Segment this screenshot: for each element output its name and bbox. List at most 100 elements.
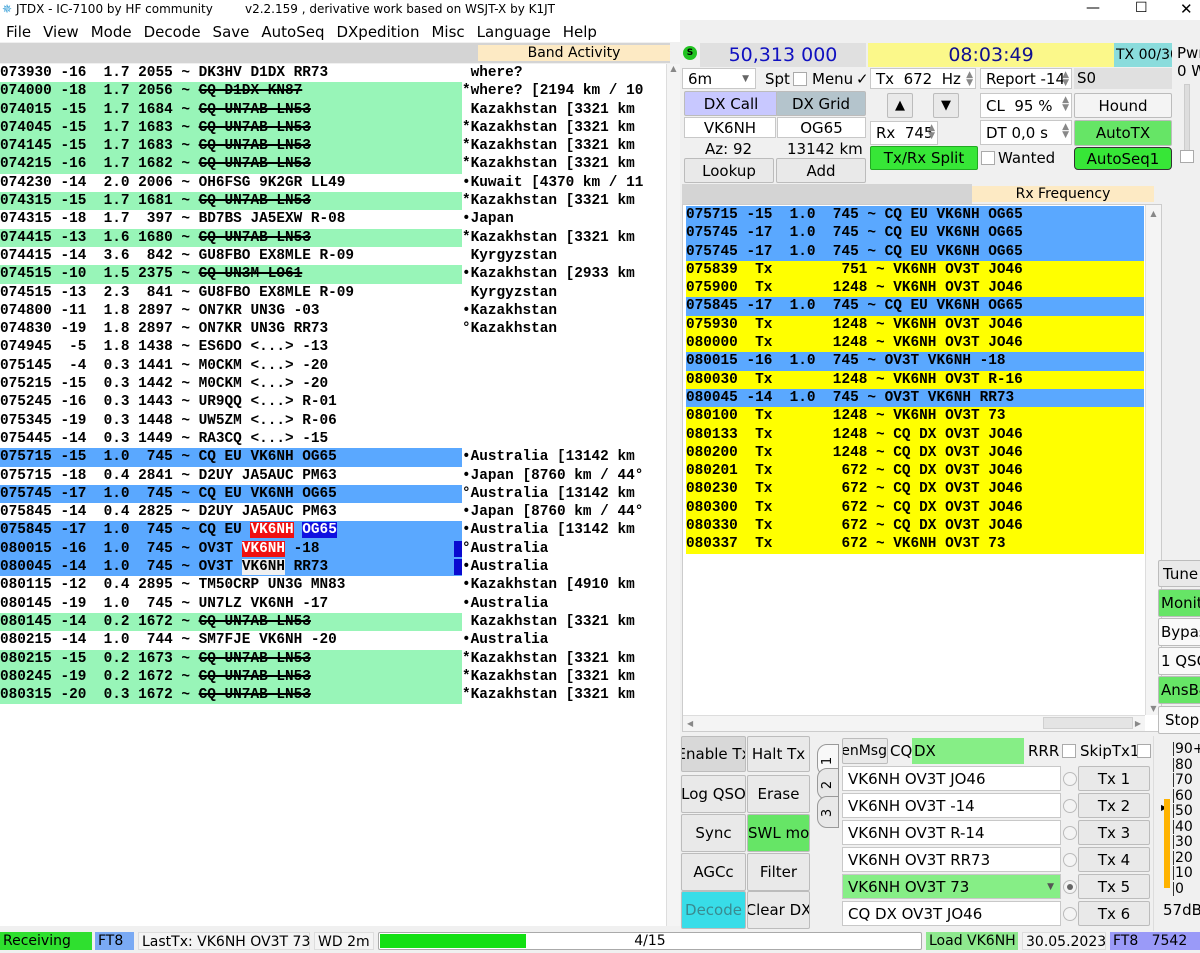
rx-frequency-row[interactable]: 080230 Tx 672 ~ CQ DX OV3T JO46	[686, 480, 1144, 499]
menu-save[interactable]: Save	[207, 20, 256, 42]
menu-checkbox[interactable]: ✓	[856, 70, 869, 88]
band-activity-row[interactable]: 074315 -15 1.7 1681 ~ CQ UN7AB LN53 *Kaza…	[0, 192, 666, 211]
pwr-slider-handle[interactable]	[1180, 150, 1194, 163]
band-activity-list[interactable]: 073930 -16 1.7 2055 ~ DK3HV D1DX RR73 wh…	[0, 64, 666, 926]
rx-frequency-row[interactable]: 080015 -16 1.0 745 ~ OV3T VK6NH -18	[686, 352, 1144, 371]
bypass-button[interactable]: Bypass	[1158, 618, 1200, 646]
stop-button[interactable]: Stop	[1158, 706, 1200, 734]
tx5-button[interactable]: Tx 5	[1078, 874, 1150, 899]
band-activity-row[interactable]: 075745 -17 1.0 745 ~ CQ EU VK6NH OG65 °Au…	[0, 484, 666, 504]
tx2-button[interactable]: Tx 2	[1078, 793, 1150, 818]
minimize-icon[interactable]: —	[1086, 0, 1100, 16]
band-activity-row[interactable]: 080045 -14 1.0 745 ~ OV3T VK6NH RR73 •Aus…	[0, 558, 666, 577]
tune-button[interactable]: Tune	[1158, 560, 1200, 587]
tx1-radio[interactable]	[1063, 772, 1077, 786]
autoseq-button[interactable]: AutoSeq1	[1074, 147, 1172, 170]
tx4-message-input[interactable]: VK6NH OV3T RR73	[842, 847, 1061, 872]
close-icon[interactable]: ✕	[1180, 0, 1193, 18]
band-activity-row[interactable]: 074045 -15 1.7 1683 ~ CQ UN7AB LN53 *Kaza…	[0, 118, 666, 138]
spin-arrows-icon[interactable]: ▲ ▼	[928, 124, 935, 141]
cq-direction-input[interactable]: DX	[912, 738, 1024, 764]
menu-decode[interactable]: Decode	[138, 20, 207, 42]
rx-frequency-row[interactable]: 080330 Tx 672 ~ CQ DX OV3T JO46	[686, 517, 1144, 536]
rx-frequency-row[interactable]: 080200 Tx 1248 ~ CQ DX OV3T JO46	[686, 443, 1144, 463]
band-activity-row[interactable]: 074415 -14 3.6 842 ~ GU8FBO EX8MLE R-09 …	[0, 247, 666, 265]
decode-button[interactable]: Decode	[681, 891, 746, 929]
up-arrow-button[interactable]: ▲	[887, 93, 913, 118]
menu-language[interactable]: Language	[471, 20, 557, 42]
cl-spinbox[interactable]: CL 95 % ▲ ▼	[980, 93, 1072, 118]
scroll-right-icon[interactable]: ▶	[1135, 719, 1141, 728]
band-activity-row[interactable]: 074415 -13 1.6 1680 ~ CQ UN7AB LN53 *Kaza…	[0, 228, 666, 247]
band-activity-row[interactable]: 074000 -18 1.7 2056 ~ CQ D1DX KN87 *where…	[0, 82, 666, 101]
spin-arrows-icon[interactable]: ▲ ▼	[1062, 96, 1069, 113]
rx-frequency-row[interactable]: 075715 -15 1.0 745 ~ CQ EU VK6NH OG65	[686, 206, 1144, 225]
maximize-icon[interactable]: ☐	[1135, 0, 1148, 16]
rx-frequency-row[interactable]: 075900 Tx 1248 ~ VK6NH OV3T JO46	[686, 279, 1144, 298]
tx4-button[interactable]: Tx 4	[1078, 847, 1150, 872]
band-activity-row[interactable]: 080215 -14 1.0 744 ~ SM7FJE VK6NH -20 •Au…	[0, 631, 666, 649]
tx3-radio[interactable]	[1063, 826, 1077, 840]
tx1-button[interactable]: Tx 1	[1078, 766, 1150, 791]
band-activity-row[interactable]: 074315 -18 1.7 397 ~ BD7BS JA5EXW R-08 •J…	[0, 210, 666, 228]
dx-grid-input[interactable]: OG65	[777, 117, 866, 138]
band-activity-row[interactable]: 075445 -14 0.3 1449 ~ RA3CQ <...> -15	[0, 430, 666, 448]
rx-frequency-row[interactable]: 080133 Tx 1248 ~ CQ DX OV3T JO46	[686, 425, 1144, 444]
clear-dx-button[interactable]: Clear DX	[747, 891, 810, 929]
band-activity-row[interactable]: 074215 -16 1.7 1682 ~ CQ UN7AB LN53 *Kaza…	[0, 155, 666, 174]
dt-spinbox[interactable]: DT 0,0 s ▲ ▼	[980, 120, 1072, 145]
txrx-split-button[interactable]: Tx/Rx Split	[870, 146, 978, 170]
rx-frequency-row[interactable]: 080100 Tx 1248 ~ VK6NH OV3T 73	[686, 407, 1144, 426]
scroll-up-icon[interactable]: ▲	[667, 64, 680, 73]
tx5-radio[interactable]	[1063, 880, 1077, 894]
swl-mode-button[interactable]: SWL mode	[747, 814, 810, 852]
pwr-slider-track[interactable]	[1184, 84, 1190, 154]
rx-frequency-row[interactable]: 080000 Tx 1248 ~ VK6NH OV3T JO46	[686, 334, 1144, 353]
scroll-thumb[interactable]	[1043, 717, 1133, 729]
monitor-button[interactable]: Monitor	[1158, 589, 1200, 617]
band-activity-row[interactable]: 074230 -14 2.0 2006 ~ OH6FSG 9K2GR LL49 •…	[0, 174, 666, 192]
erase-button[interactable]: Erase	[747, 775, 810, 813]
one-qso-button[interactable]: 1 QSO	[1158, 647, 1200, 675]
menu-file[interactable]: File	[0, 20, 37, 42]
tx4-radio[interactable]	[1063, 853, 1077, 867]
rx-horizontal-scrollbar[interactable]: ◀ ▶	[683, 715, 1145, 731]
chevron-down-icon[interactable]: ▼	[1047, 882, 1054, 892]
genmsg-button[interactable]: GenMsg	[842, 738, 888, 764]
autotx-button[interactable]: AutoTX	[1074, 120, 1172, 146]
halt-tx-button[interactable]: Halt Tx	[747, 736, 810, 772]
rx-frequency-row[interactable]: 075745 -17 1.0 745 ~ CQ EU VK6NH OG65	[686, 242, 1144, 261]
band-activity-row[interactable]: 074830 -19 1.8 2897 ~ ON7KR UN3G RR73 °Ka…	[0, 320, 666, 338]
rx-frequency-row[interactable]: 075845 -17 1.0 745 ~ CQ EU VK6NH OG65	[686, 297, 1144, 316]
scroll-up-icon[interactable]: ▲	[1146, 209, 1161, 218]
rx-frequency-row[interactable]: 080030 Tx 1248 ~ VK6NH OV3T R-16	[686, 370, 1144, 389]
band-activity-row[interactable]: 080215 -15 0.2 1673 ~ CQ UN7AB LN53 *Kaza…	[0, 649, 666, 668]
band-select[interactable]: 6m ▼	[682, 68, 756, 89]
rx-frequency-row[interactable]: 080300 Tx 672 ~ CQ DX OV3T JO46	[686, 498, 1144, 518]
rx-frequency-row[interactable]: 075839 Tx 751 ~ VK6NH OV3T JO46	[686, 260, 1144, 280]
band-activity-row[interactable]: 074945 -5 1.8 1438 ~ ES6DO <...> -13	[0, 338, 666, 356]
menu-misc[interactable]: Misc	[425, 20, 470, 42]
rrr-checkbox[interactable]	[1062, 744, 1076, 758]
band-activity-row[interactable]: 075845 -17 1.0 745 ~ CQ EU VK6NH OG65 •Au…	[0, 521, 666, 540]
skiptx1-checkbox[interactable]	[1137, 744, 1151, 758]
hound-button[interactable]: Hound	[1074, 93, 1172, 118]
menu-dxpedition[interactable]: DXpedition	[330, 20, 425, 42]
band-activity-row[interactable]: 080115 -12 0.4 2895 ~ TM50CRP UN3G MN83 •…	[0, 576, 666, 594]
band-activity-row[interactable]: 075715 -18 0.4 2841 ~ D2UY JA5AUC PM63 •J…	[0, 467, 666, 485]
band-activity-row[interactable]: 080015 -16 1.0 745 ~ OV3T VK6NH -18 °Aust…	[0, 539, 666, 559]
rx-frequency-row[interactable]: 080337 Tx 672 ~ VK6NH OV3T 73	[686, 535, 1144, 554]
band-activity-row[interactable]: 080245 -19 0.2 1672 ~ CQ UN7AB LN53 *Kaza…	[0, 667, 666, 687]
band-activity-row[interactable]: 075345 -19 0.3 1448 ~ UW5ZM <...> R-06	[0, 412, 666, 430]
rx-frequency-row[interactable]: 075930 Tx 1248 ~ VK6NH OV3T JO46	[686, 315, 1144, 335]
tx6-radio[interactable]	[1063, 907, 1077, 921]
down-arrow-button[interactable]: ▼	[933, 93, 959, 118]
menu-autoseq[interactable]: AutoSeq	[255, 20, 330, 42]
filter-button[interactable]: Filter	[747, 853, 810, 891]
tx1-message-input[interactable]: VK6NH OV3T JO46	[842, 766, 1061, 791]
rx-frequency-list[interactable]: 075715 -15 1.0 745 ~ CQ EU VK6NH OG65 075…	[682, 204, 1162, 732]
log-qso-button[interactable]: Log QSO	[681, 775, 746, 813]
report-spinbox[interactable]: Report -14 ▲ ▼	[980, 68, 1072, 89]
tx2-message-input[interactable]: VK6NH OV3T -14	[842, 793, 1061, 818]
band-activity-row[interactable]: 075145 -4 0.3 1441 ~ M0CKM <...> -20	[0, 357, 666, 375]
